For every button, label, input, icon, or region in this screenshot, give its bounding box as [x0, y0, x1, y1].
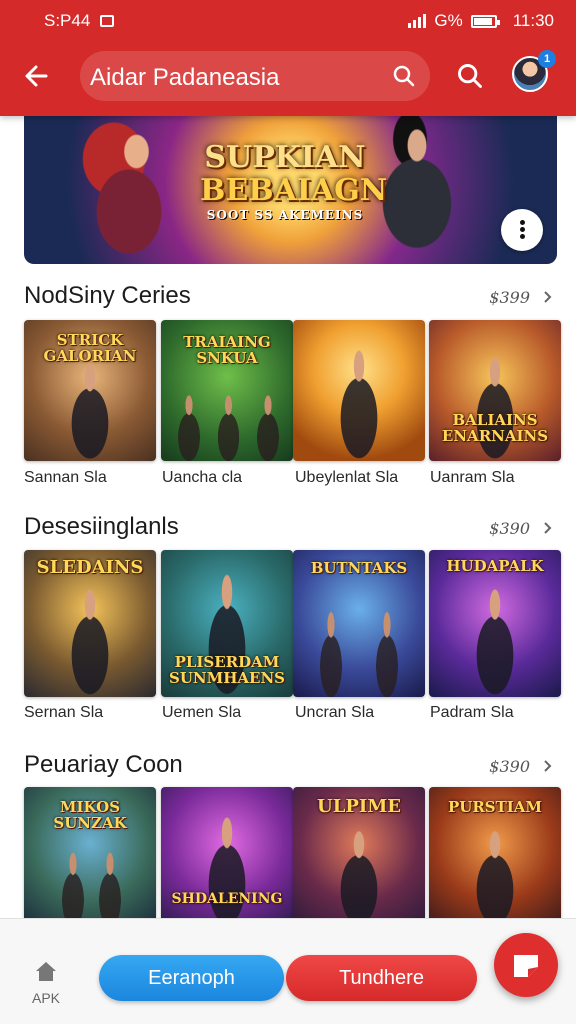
- tile-character: [53, 850, 93, 927]
- game-tile[interactable]: PLISERDAM SUNMHAENS: [161, 550, 293, 697]
- banner-title-line2: BEBAIAGN: [200, 173, 388, 208]
- section-title: Desesiinglanls: [24, 513, 179, 540]
- more-options-button[interactable]: [501, 209, 543, 251]
- edit-icon: [514, 955, 538, 977]
- tile-character: [327, 829, 391, 927]
- apk-tab[interactable]: APK: [26, 959, 66, 1006]
- back-button[interactable]: [18, 58, 58, 94]
- featured-banner[interactable]: SUPKIAN BEBAIAGN SOOT SS AKEMEINS: [24, 112, 557, 264]
- tile-art-title: ULPIME: [317, 796, 401, 817]
- compose-fab[interactable]: [494, 933, 558, 997]
- tile-caption: Sannan Sla: [24, 469, 107, 486]
- tile-character: [248, 393, 288, 461]
- apk-label: APK: [31, 990, 60, 1006]
- tile-character: [208, 393, 249, 461]
- banner-title: SUPKIAN BEBAIAGN SOOT SS AKEMEINS: [200, 140, 388, 223]
- tile-art-title: PLISERDAM SUNMHAENS: [168, 653, 285, 687]
- tile-art-title: TRAIAING SNKUA: [183, 333, 271, 367]
- tile-art-title: SHDALENING: [171, 891, 283, 907]
- tile-art-title: STRICK GALORIAN: [43, 331, 137, 365]
- game-tile[interactable]: MIKOS SUNZAK: [24, 787, 156, 927]
- game-tile[interactable]: SLEDAINS: [24, 550, 156, 697]
- tile-character: [195, 815, 259, 927]
- home-icon: [36, 962, 56, 981]
- tile-character: [168, 393, 209, 461]
- game-tile[interactable]: ULPIME: [293, 787, 425, 927]
- game-tile[interactable]: TRAIAING SNKUA: [161, 320, 293, 461]
- search-button-icon[interactable]: [456, 62, 484, 90]
- chevron-right-icon[interactable]: [542, 291, 554, 303]
- section-title: NodSiny Ceries: [24, 282, 191, 309]
- battery-icon: [470, 14, 500, 28]
- tile-character: [327, 348, 391, 461]
- tile-caption: Uncran Sla: [295, 704, 375, 721]
- game-tile[interactable]: BUTNTAKS: [293, 550, 425, 697]
- section-price[interactable]: $390: [489, 519, 530, 538]
- chevron-right-icon[interactable]: [542, 522, 554, 534]
- tile-character: [463, 355, 527, 461]
- tile-art-title: SLEDAINS: [36, 557, 144, 578]
- status-bar: S:P44 G% 11:30: [0, 0, 576, 40]
- tile-caption: Uancha cla: [162, 469, 243, 486]
- section-title: Peuariay Coon: [24, 751, 183, 778]
- secondary-button[interactable]: Tundhere: [286, 955, 477, 1001]
- battery-percent: G%: [434, 11, 463, 30]
- primary-button[interactable]: Eeranoph: [99, 955, 284, 1001]
- tile-art-title: BUTNTAKS: [310, 559, 408, 577]
- notification-icon: [100, 15, 115, 27]
- back-arrow-icon: [25, 65, 48, 87]
- section-price[interactable]: $390: [489, 757, 530, 776]
- game-tile[interactable]: [293, 320, 425, 461]
- tile-character: [90, 850, 130, 927]
- tile-caption: Uemen Sla: [162, 704, 242, 721]
- signal-icon: [408, 14, 427, 28]
- banner-title-line1: SUPKIAN: [204, 140, 366, 175]
- clock: 11:30: [512, 11, 554, 30]
- carrier-label: S:P44: [44, 11, 91, 30]
- game-tile[interactable]: STRICK GALORIAN: [24, 320, 156, 461]
- tile-art-title: MIKOS SUNZAK: [53, 798, 127, 832]
- tile-caption: Sernan Sla: [24, 704, 104, 721]
- game-tile[interactable]: HUDAPALK: [429, 550, 561, 697]
- tile-character: [366, 608, 407, 697]
- notification-badge: 1: [538, 50, 556, 68]
- tile-art-title: PURSTIAM: [447, 798, 543, 816]
- game-tile[interactable]: SHDALENING: [161, 787, 293, 927]
- tile-caption: Ubeylenlat Sla: [295, 469, 399, 486]
- app-bar: Aidar Padaneasia 1: [0, 46, 576, 106]
- tile-character: [463, 586, 527, 697]
- game-tile[interactable]: BALIAINS ENARNAINS: [429, 320, 561, 461]
- tile-character: [463, 829, 527, 927]
- chevron-right-icon[interactable]: [542, 760, 554, 772]
- tile-caption: Padram Sla: [430, 704, 514, 721]
- banner-hero-left: [54, 114, 204, 264]
- section-price[interactable]: $399: [489, 288, 530, 307]
- tile-art-title: BALIAINS ENARNAINS: [441, 411, 549, 445]
- search-input-value[interactable]: Aidar Padaneasia: [90, 64, 279, 92]
- bottom-bar: APK Eeranoph Tundhere: [0, 918, 576, 1024]
- search-icon[interactable]: [392, 64, 416, 88]
- banner-subtitle: SOOT SS AKEMEINS: [206, 208, 364, 222]
- tile-character: [58, 362, 122, 461]
- search-field[interactable]: Aidar Padaneasia: [80, 51, 430, 101]
- app-header: S:P44 G% 11:30 Aidar Padaneasia 1: [0, 0, 576, 116]
- tile-character: [58, 586, 122, 697]
- game-tile[interactable]: PURSTIAM: [429, 787, 561, 927]
- tile-caption: Uanram Sla: [430, 469, 515, 486]
- tile-character: [311, 608, 352, 697]
- tile-art-title: HUDAPALK: [446, 557, 544, 575]
